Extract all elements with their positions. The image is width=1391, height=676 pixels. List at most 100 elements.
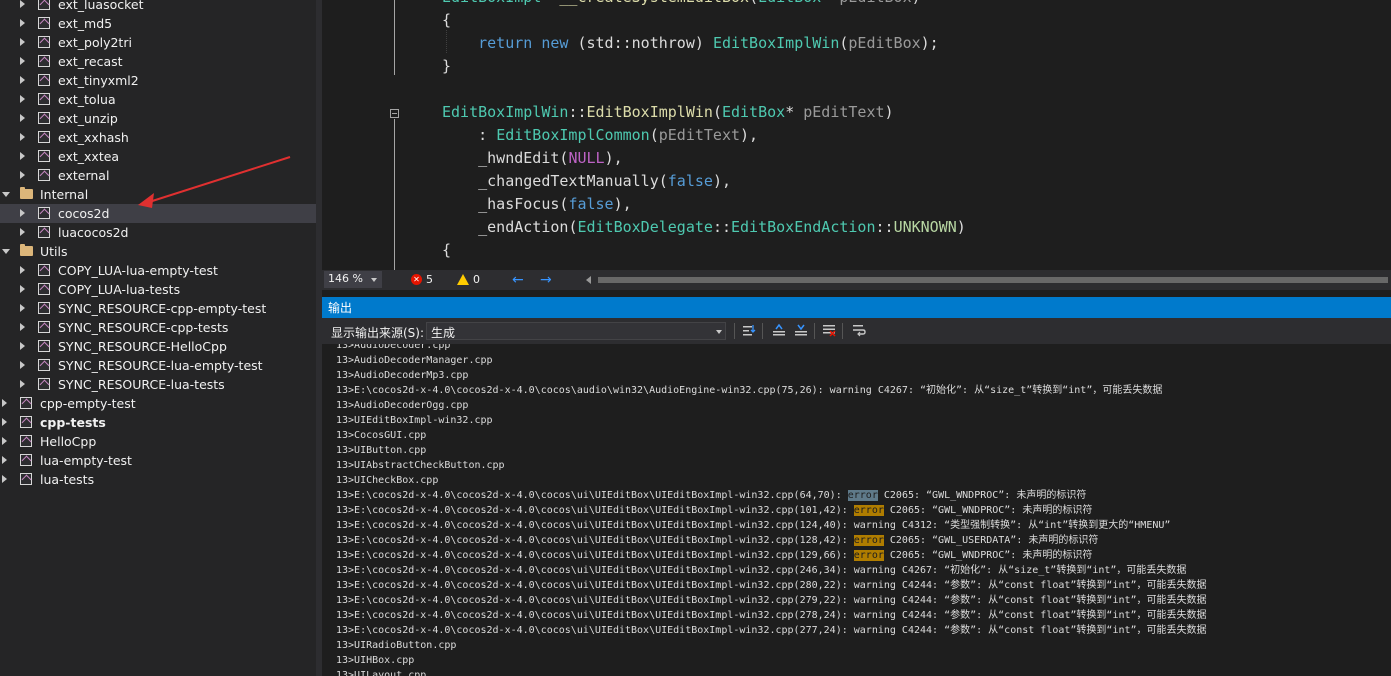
cpp-project-icon	[20, 435, 32, 447]
warning-count[interactable]: 0	[473, 270, 480, 290]
output-line[interactable]: 13>UIHBox.cpp	[336, 653, 414, 668]
folder-icon	[20, 244, 33, 256]
expand-closed-icon[interactable]	[20, 266, 25, 274]
expand-closed-icon[interactable]	[20, 57, 25, 65]
clear-all-icon[interactable]	[822, 323, 836, 337]
expand-closed-icon[interactable]	[20, 323, 25, 331]
expand-closed-icon[interactable]	[2, 475, 7, 483]
expand-closed-icon[interactable]	[20, 209, 25, 217]
tree-item-cpp-tests[interactable]: cpp-tests	[0, 413, 316, 432]
tree-item-utils[interactable]: Utils	[0, 242, 316, 261]
output-line[interactable]: 13>AudioDecoderOgg.cpp	[336, 398, 468, 413]
expand-closed-icon[interactable]	[20, 114, 25, 122]
expand-closed-icon[interactable]	[20, 38, 25, 46]
expand-closed-icon[interactable]	[20, 95, 25, 103]
output-line[interactable]: 13>E:\cocos2d-x-4.0\cocos2d-x-4.0\cocos\…	[336, 593, 1207, 608]
tree-item-lua-tests[interactable]: lua-tests	[0, 470, 316, 489]
tree-item-luacocos2d[interactable]: luacocos2d	[0, 223, 316, 242]
tree-item-cpp-empty-test[interactable]: cpp-empty-test	[0, 394, 316, 413]
tree-item-copy-lua-lua-empty-test[interactable]: COPY_LUA-lua-empty-test	[0, 261, 316, 280]
next-message-icon[interactable]	[794, 323, 808, 337]
output-line[interactable]: 13>UIButton.cpp	[336, 443, 426, 458]
expand-closed-icon[interactable]	[2, 456, 7, 464]
output-line[interactable]: 13>E:\cocos2d-x-4.0\cocos2d-x-4.0\cocos\…	[336, 563, 1186, 578]
tree-item-ext-tinyxml2[interactable]: ext_tinyxml2	[0, 71, 316, 90]
expand-closed-icon[interactable]	[20, 133, 25, 141]
tree-item-label: ext_luasocket	[58, 0, 144, 12]
output-line[interactable]: 13>UIRadioButton.cpp	[336, 638, 456, 653]
expand-closed-icon[interactable]	[2, 418, 7, 426]
cpp-project-icon	[38, 321, 50, 333]
cpp-project-icon	[38, 0, 50, 10]
tree-item-ext-tolua[interactable]: ext_tolua	[0, 90, 316, 109]
output-line[interactable]: 13>UIAbstractCheckButton.cpp	[336, 458, 505, 473]
tree-item-ext-recast[interactable]: ext_recast	[0, 52, 316, 71]
tree-item-copy-lua-lua-tests[interactable]: COPY_LUA-lua-tests	[0, 280, 316, 299]
output-source-select[interactable]: 生成	[426, 322, 726, 340]
output-line[interactable]: 13>E:\cocos2d-x-4.0\cocos2d-x-4.0\cocos\…	[336, 383, 1162, 398]
tree-item-ext-poly2tri[interactable]: ext_poly2tri	[0, 33, 316, 52]
output-line[interactable]: 13>E:\cocos2d-x-4.0\cocos2d-x-4.0\cocos\…	[336, 578, 1207, 593]
output-line[interactable]: 13>E:\cocos2d-x-4.0\cocos2d-x-4.0\cocos\…	[336, 623, 1207, 638]
tree-item-sync-resource-lua-tests[interactable]: SYNC_RESOURCE-lua-tests	[0, 375, 316, 394]
tree-item-ext-unzip[interactable]: ext_unzip	[0, 109, 316, 128]
tree-item-sync-resource-cpp-tests[interactable]: SYNC_RESOURCE-cpp-tests	[0, 318, 316, 337]
expand-closed-icon[interactable]	[20, 228, 25, 236]
expand-closed-icon[interactable]	[20, 361, 25, 369]
tree-item-lua-empty-test[interactable]: lua-empty-test	[0, 451, 316, 470]
word-wrap-icon[interactable]	[852, 323, 866, 337]
tree-item-label: COPY_LUA-lua-tests	[58, 282, 181, 297]
output-line[interactable]: 13>AudioDecoderManager.cpp	[336, 353, 493, 368]
output-line[interactable]: 13>UIEditBoxImpl-win32.cpp	[336, 413, 493, 428]
code-line: _changedTextManually(false),	[442, 172, 731, 190]
expand-closed-icon[interactable]	[20, 304, 25, 312]
expand-closed-icon[interactable]	[20, 76, 25, 84]
expand-open-icon[interactable]	[2, 192, 10, 197]
output-line[interactable]: 13>E:\cocos2d-x-4.0\cocos2d-x-4.0\cocos\…	[336, 533, 1098, 548]
tree-item-sync-resource-hellocpp[interactable]: SYNC_RESOURCE-HelloCpp	[0, 337, 316, 356]
collapse-icon[interactable]	[390, 109, 399, 118]
code-editor[interactable]: EditBoxImpl* __createSystemEditBox(EditB…	[322, 0, 1391, 270]
output-line[interactable]: 13>E:\cocos2d-x-4.0\cocos2d-x-4.0\cocos\…	[336, 548, 1092, 563]
warning-triangle-icon[interactable]	[457, 274, 469, 285]
expand-closed-icon[interactable]	[20, 285, 25, 293]
horizontal-scrollbar[interactable]	[598, 277, 1388, 283]
expand-closed-icon[interactable]	[20, 171, 25, 179]
find-message-icon[interactable]	[742, 323, 756, 337]
expand-closed-icon[interactable]	[20, 19, 25, 27]
scroll-left-icon[interactable]	[586, 276, 591, 284]
tree-item-sync-resource-cpp-empty-test[interactable]: SYNC_RESOURCE-cpp-empty-test	[0, 299, 316, 318]
expand-closed-icon[interactable]	[20, 152, 25, 160]
expand-closed-icon[interactable]	[20, 0, 25, 8]
output-text-area[interactable]: 13>AudioDecoder.cpp 13>AudioDecoderManage…	[322, 344, 1391, 676]
output-line[interactable]: 13>AudioDecoderMp3.cpp	[336, 368, 468, 383]
error-circle-icon[interactable]: ✕	[411, 274, 422, 285]
tree-item-ext-luasocket[interactable]: ext_luasocket	[0, 0, 316, 14]
nav-back-icon[interactable]: ←	[512, 270, 524, 290]
output-line[interactable]: 13>UICheckBox.cpp	[336, 473, 438, 488]
fold-guide	[394, 0, 395, 75]
expand-open-icon[interactable]	[2, 249, 10, 254]
tree-item-ext-xxhash[interactable]: ext_xxhash	[0, 128, 316, 147]
output-line[interactable]: 13>E:\cocos2d-x-4.0\cocos2d-x-4.0\cocos\…	[336, 488, 1086, 503]
scrollbar-thumb[interactable]	[598, 277, 1388, 283]
zoom-level: 146 %	[328, 272, 363, 285]
previous-message-icon[interactable]	[772, 323, 786, 337]
expand-closed-icon[interactable]	[2, 437, 7, 445]
output-line[interactable]: 13>AudioDecoder.cpp	[336, 344, 450, 353]
error-count[interactable]: 5	[426, 270, 433, 290]
nav-forward-icon[interactable]: →	[540, 270, 552, 290]
tree-item-label: ext_poly2tri	[58, 35, 132, 50]
tree-item-ext-md5[interactable]: ext_md5	[0, 14, 316, 33]
expand-closed-icon[interactable]	[20, 342, 25, 350]
expand-closed-icon[interactable]	[2, 399, 7, 407]
expand-closed-icon[interactable]	[20, 380, 25, 388]
tree-item-sync-resource-lua-empty-test[interactable]: SYNC_RESOURCE-lua-empty-test	[0, 356, 316, 375]
tree-item-hellocpp[interactable]: HelloCpp	[0, 432, 316, 451]
zoom-dropdown[interactable]: 146 %	[324, 271, 382, 288]
output-line[interactable]: 13>UILayout.cpp	[336, 668, 426, 676]
output-line[interactable]: 13>E:\cocos2d-x-4.0\cocos2d-x-4.0\cocos\…	[336, 503, 1092, 518]
output-line[interactable]: 13>E:\cocos2d-x-4.0\cocos2d-x-4.0\cocos\…	[336, 608, 1207, 623]
output-line[interactable]: 13>CocosGUI.cpp	[336, 428, 426, 443]
output-line[interactable]: 13>E:\cocos2d-x-4.0\cocos2d-x-4.0\cocos\…	[336, 518, 1170, 533]
